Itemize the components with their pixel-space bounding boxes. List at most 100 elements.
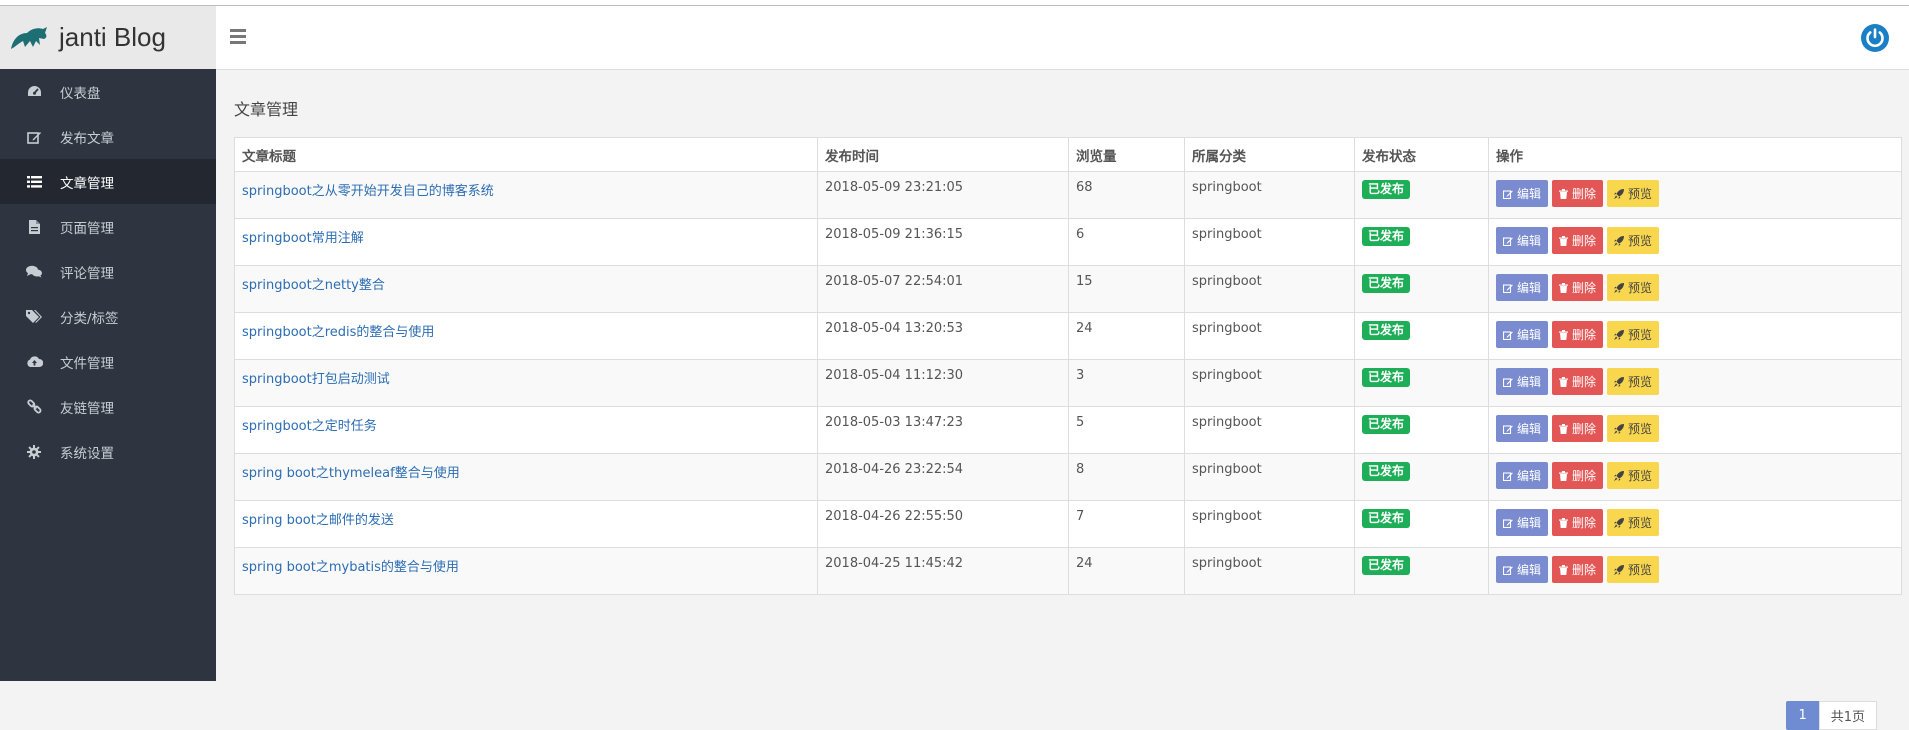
- status-badge: 已发布: [1362, 180, 1411, 199]
- page-button-current[interactable]: 1: [1786, 701, 1819, 730]
- delete-label: 删除: [1572, 328, 1597, 342]
- cell-status: 已发布: [1354, 218, 1489, 266]
- preview-button[interactable]: 预览: [1607, 274, 1660, 301]
- power-icon[interactable]: [1859, 22, 1891, 54]
- cell-time: 2018-05-09 23:21:05: [817, 171, 1069, 219]
- sidebar-item-categories[interactable]: 分类/标签: [0, 294, 216, 339]
- status-badge: 已发布: [1362, 227, 1411, 246]
- cell-status: 已发布: [1354, 500, 1489, 548]
- edit-label: 编辑: [1517, 187, 1542, 201]
- cell-actions: 编辑 删除 预览: [1488, 312, 1902, 360]
- article-title-link[interactable]: spring boot之邮件的发送: [242, 513, 394, 528]
- article-title-link[interactable]: springboot之从零开始开发自己的博客系统: [242, 184, 494, 199]
- preview-button[interactable]: 预览: [1607, 556, 1660, 583]
- edit-button[interactable]: 编辑: [1496, 462, 1549, 489]
- sidebar-item-settings[interactable]: 系统设置: [0, 429, 216, 474]
- edit-button[interactable]: 编辑: [1496, 415, 1549, 442]
- cell-category: springboot: [1184, 312, 1355, 360]
- article-title-link[interactable]: springboot打包启动测试: [242, 372, 390, 387]
- article-title-link[interactable]: spring boot之thymeleaf整合与使用: [242, 466, 460, 481]
- sidebar-item-comments[interactable]: 评论管理: [0, 249, 216, 294]
- sidebar-item-label: 评论管理: [60, 265, 114, 282]
- edit-button[interactable]: 编辑: [1496, 180, 1549, 207]
- preview-label: 预览: [1628, 328, 1653, 342]
- sidebar-item-publish[interactable]: 发布文章: [0, 114, 216, 159]
- rocket-icon: [1614, 564, 1625, 575]
- edit-icon: [1503, 330, 1513, 340]
- preview-button[interactable]: 预览: [1607, 368, 1660, 395]
- rocket-icon: [1614, 188, 1625, 199]
- edit-label: 编辑: [1517, 469, 1542, 483]
- preview-label: 预览: [1628, 516, 1653, 530]
- cell-status: 已发布: [1354, 171, 1489, 219]
- delete-button[interactable]: 删除: [1552, 415, 1604, 442]
- sidebar-item-articles[interactable]: 文章管理: [0, 159, 216, 204]
- delete-button[interactable]: 删除: [1552, 321, 1604, 348]
- article-title-link[interactable]: springboot之netty整合: [242, 278, 385, 293]
- preview-button[interactable]: 预览: [1607, 180, 1660, 207]
- sidebar-item-pages[interactable]: 页面管理: [0, 204, 216, 249]
- cell-title: springboot常用注解: [234, 218, 818, 266]
- article-title-link[interactable]: springboot之redis的整合与使用: [242, 325, 434, 340]
- edit-button[interactable]: 编辑: [1496, 368, 1549, 395]
- edit-button[interactable]: 编辑: [1496, 509, 1549, 536]
- edit-button[interactable]: 编辑: [1496, 227, 1549, 254]
- sidebar-item-files[interactable]: 文件管理: [0, 339, 216, 384]
- sidebar-item-label: 发布文章: [60, 130, 114, 147]
- sidebar-item-label: 友链管理: [60, 400, 114, 417]
- delete-button[interactable]: 删除: [1552, 274, 1604, 301]
- trash-icon: [1559, 282, 1569, 293]
- articles-table: 文章标题 发布时间 浏览量 所属分类 发布状态 操作 springboot之从零…: [234, 137, 1902, 595]
- delete-label: 删除: [1572, 375, 1597, 389]
- cell-category: springboot: [1184, 453, 1355, 501]
- trash-icon: [1559, 329, 1569, 340]
- cell-time: 2018-05-09 21:36:15: [817, 218, 1069, 266]
- trash-icon: [1559, 235, 1569, 246]
- delete-label: 删除: [1572, 234, 1597, 248]
- preview-button[interactable]: 预览: [1607, 509, 1660, 536]
- sidebar-item-label: 页面管理: [60, 220, 114, 237]
- edit-button[interactable]: 编辑: [1496, 274, 1549, 301]
- column-header-status: 发布状态: [1354, 137, 1489, 172]
- preview-button[interactable]: 预览: [1607, 415, 1660, 442]
- cell-actions: 编辑 删除 预览: [1488, 359, 1902, 407]
- dinosaur-logo-icon: [11, 26, 47, 49]
- cell-category: springboot: [1184, 406, 1355, 454]
- preview-button[interactable]: 预览: [1607, 321, 1660, 348]
- delete-button[interactable]: 删除: [1552, 462, 1604, 489]
- delete-button[interactable]: 删除: [1552, 509, 1604, 536]
- preview-button[interactable]: 预览: [1607, 462, 1660, 489]
- article-title-link[interactable]: springboot之定时任务: [242, 419, 377, 434]
- cell-status: 已发布: [1354, 547, 1489, 595]
- cloud-upload-icon: [24, 355, 44, 368]
- page-title: 文章管理: [234, 100, 299, 119]
- delete-button[interactable]: 删除: [1552, 368, 1604, 395]
- delete-label: 删除: [1572, 281, 1597, 295]
- table-row: springboot之netty整合 2018-05-07 22:54:01 15 s…: [234, 265, 1902, 313]
- preview-label: 预览: [1628, 281, 1653, 295]
- preview-button[interactable]: 预览: [1607, 227, 1660, 254]
- brand[interactable]: janti Blog: [0, 6, 216, 69]
- delete-button[interactable]: 删除: [1552, 556, 1604, 583]
- trash-icon: [1559, 470, 1569, 481]
- page-total: 共1页: [1818, 701, 1877, 730]
- delete-button[interactable]: 删除: [1552, 227, 1604, 254]
- list-icon: [24, 175, 44, 188]
- article-title-link[interactable]: springboot常用注解: [242, 231, 364, 246]
- pagination: 1 共1页: [1786, 701, 1877, 730]
- sidebar-item-links[interactable]: 友链管理: [0, 384, 216, 429]
- sidebar-item-dashboard[interactable]: 仪表盘: [0, 69, 216, 114]
- edit-button[interactable]: 编辑: [1496, 556, 1549, 583]
- edit-button[interactable]: 编辑: [1496, 321, 1549, 348]
- menu-toggle-icon[interactable]: [230, 29, 246, 47]
- cell-category: springboot: [1184, 265, 1355, 313]
- trash-icon: [1559, 423, 1569, 434]
- table-row: springboot打包启动测试 2018-05-04 11:12:30 3 spri…: [234, 359, 1902, 407]
- delete-button[interactable]: 删除: [1552, 180, 1604, 207]
- cell-title: springboot之定时任务: [234, 406, 818, 454]
- cell-actions: 编辑 删除 预览: [1488, 171, 1902, 219]
- cell-actions: 编辑 删除 预览: [1488, 265, 1902, 313]
- edit-icon: [1503, 189, 1513, 199]
- article-title-link[interactable]: spring boot之mybatis的整合与使用: [242, 560, 459, 575]
- cell-status: 已发布: [1354, 359, 1489, 407]
